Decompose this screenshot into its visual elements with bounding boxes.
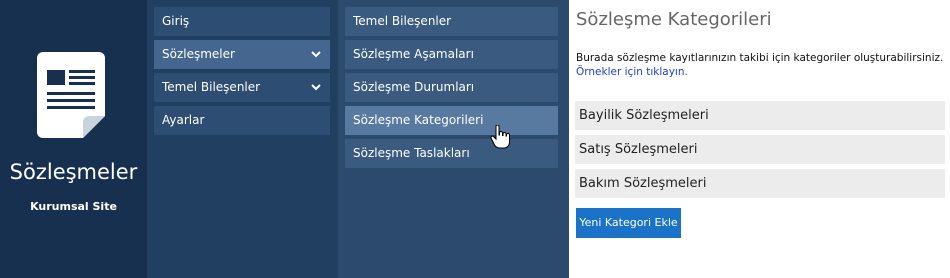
- nav-item-giris[interactable]: Giriş: [154, 7, 330, 36]
- nav-item-label: Sözleşmeler: [162, 47, 235, 61]
- brand-title: Sözleşmeler: [9, 160, 138, 184]
- category-label: Satış Sözleşmeleri: [579, 142, 698, 157]
- category-label: Bakım Sözleşmeleri: [579, 176, 707, 191]
- subnav-item-sozlesme-kategorileri[interactable]: Sözleşme Kategorileri: [345, 106, 558, 135]
- page-description: Burada sözleşme kayıtlarınızın takibi iç…: [576, 52, 944, 64]
- sub-nav: Temel Bileşenler Sözleşme Aşamaları Sözl…: [338, 0, 569, 278]
- subnav-item-label: Sözleşme Taslakları: [353, 146, 470, 160]
- subnav-item-label: Sözleşme Kategorileri: [353, 113, 484, 127]
- brand-subtitle: Kurumsal Site: [30, 200, 117, 213]
- category-item[interactable]: Satış Sözleşmeleri: [575, 135, 945, 164]
- add-category-button[interactable]: Yeni Kategori Ekle: [576, 208, 681, 238]
- main-nav: Giriş Sözleşmeler Temel Bileşenler Ayarl…: [147, 0, 338, 278]
- chevron-down-icon: [311, 51, 321, 58]
- nav-item-ayarlar[interactable]: Ayarlar: [154, 106, 330, 135]
- category-item[interactable]: Bayilik Sözleşmeleri: [575, 101, 945, 130]
- subnav-item-label: Temel Bileşenler: [353, 14, 452, 28]
- subnav-item-label: Sözleşme Durumları: [353, 80, 475, 94]
- category-item[interactable]: Bakım Sözleşmeleri: [575, 169, 945, 198]
- nav-item-temel-bilesenler[interactable]: Temel Bileşenler: [154, 73, 330, 102]
- content-area: Sözleşme Kategorileri Burada sözleşme ka…: [569, 0, 950, 278]
- subnav-item-sozlesme-asamalari[interactable]: Sözleşme Aşamaları: [345, 40, 558, 69]
- nav-item-label: Temel Bileşenler: [162, 80, 261, 94]
- subnav-item-temel-bilesenler[interactable]: Temel Bileşenler: [345, 7, 558, 36]
- subnav-item-sozlesme-durumlari[interactable]: Sözleşme Durumları: [345, 73, 558, 102]
- hand-cursor-icon: [490, 125, 510, 149]
- page-title: Sözleşme Kategorileri: [576, 9, 772, 30]
- subnav-item-sozlesme-taslaklari[interactable]: Sözleşme Taslakları: [345, 139, 558, 168]
- subnav-item-label: Sözleşme Aşamaları: [353, 47, 474, 61]
- nav-item-label: Ayarlar: [162, 113, 205, 127]
- document-icon: [37, 52, 105, 138]
- examples-link[interactable]: Örnekler için tıklayın.: [576, 66, 688, 78]
- nav-item-label: Giriş: [162, 14, 190, 28]
- nav-item-sozlesmeler[interactable]: Sözleşmeler: [154, 40, 330, 69]
- chevron-down-icon: [311, 84, 321, 91]
- brand-panel: Sözleşmeler Kurumsal Site: [0, 0, 147, 278]
- category-label: Bayilik Sözleşmeleri: [579, 108, 709, 123]
